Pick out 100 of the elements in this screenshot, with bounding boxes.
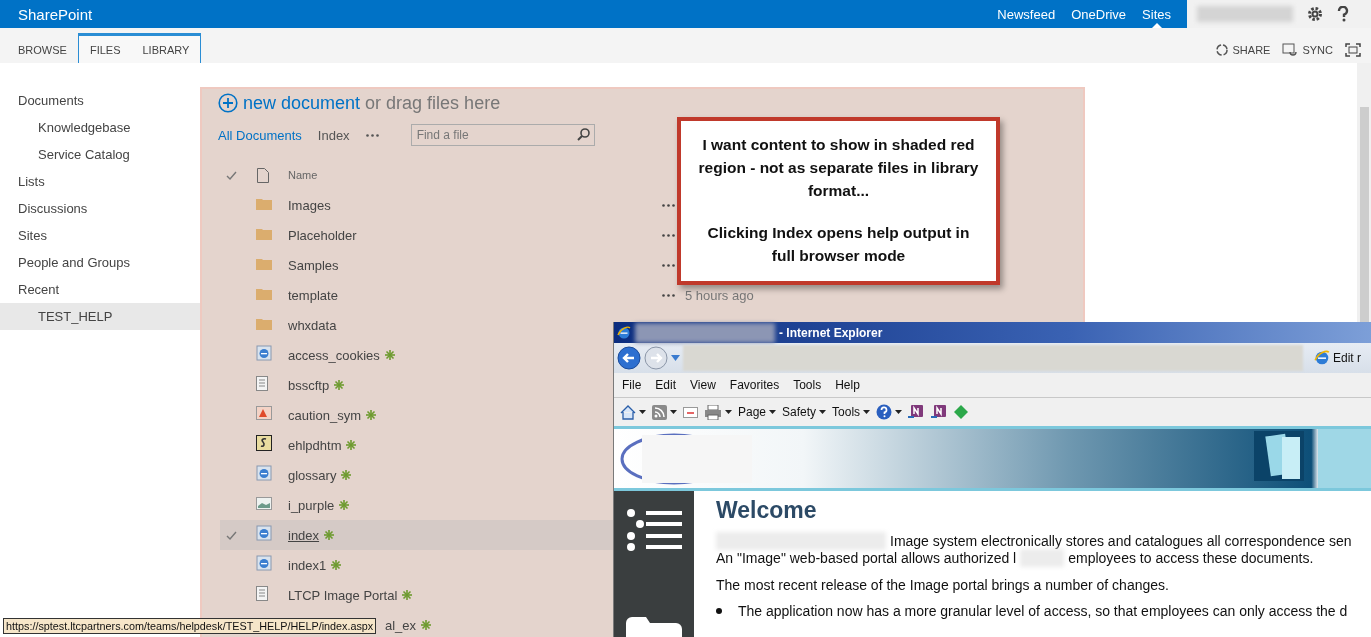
- ribbon-action[interactable]: SYNC: [1282, 42, 1333, 57]
- command-menu[interactable]: Tools: [832, 405, 871, 419]
- window-title: - Internet Explorer: [779, 325, 883, 340]
- top-nav-link[interactable]: Sites: [1142, 0, 1171, 28]
- caret-icon: [769, 410, 777, 414]
- file-name[interactable]: Placeholder: [288, 227, 357, 243]
- file-name[interactable]: bsscftp: [288, 377, 330, 393]
- file-name[interactable]: index: [288, 527, 320, 543]
- caret-icon: [895, 410, 903, 414]
- browser-icon: [617, 325, 631, 340]
- nav-item[interactable]: Discussions: [0, 195, 200, 222]
- folder-icon[interactable]: [626, 617, 682, 637]
- feed-icon[interactable]: [652, 404, 667, 420]
- file-name[interactable]: whxdata: [288, 317, 337, 333]
- onenote-icon[interactable]: [908, 404, 926, 420]
- nav-item[interactable]: Recent: [0, 276, 200, 303]
- ribbon-tab[interactable]: FILES: [78, 36, 132, 63]
- more-icon[interactable]: [662, 233, 675, 237]
- scrollbar-thumb[interactable]: [1359, 107, 1369, 322]
- dropdown-icon[interactable]: [671, 355, 680, 361]
- web-page-icon: [256, 525, 272, 541]
- drag-hint: or drag files here: [365, 92, 501, 114]
- onenote-icon[interactable]: [931, 404, 949, 420]
- brand-name: SharePoint: [17, 5, 94, 23]
- new-item-icon: [402, 590, 413, 600]
- menu-item[interactable]: View: [683, 378, 723, 392]
- settings-icon[interactable]: [1307, 6, 1323, 22]
- nav-item[interactable]: People and Groups: [0, 249, 200, 276]
- focus-icon[interactable]: [1345, 42, 1361, 57]
- ribbon-tab[interactable]: BROWSE: [7, 36, 78, 63]
- web-page-icon: [256, 465, 272, 481]
- web-page-icon: [256, 555, 272, 571]
- back-button[interactable]: [617, 346, 641, 370]
- body-text: Image system electronically stores and catalogues all correspondence sen: [890, 532, 1352, 549]
- menu-item[interactable]: File: [615, 378, 649, 392]
- sync-icon: [1282, 42, 1299, 57]
- callout-text: Clicking Index opens help output in full browser mode: [706, 223, 971, 266]
- file-name[interactable]: template: [288, 287, 338, 303]
- more-icon[interactable]: [662, 263, 675, 267]
- file-name[interactable]: access_cookies: [288, 347, 380, 363]
- file-name[interactable]: Samples: [288, 257, 339, 273]
- address-field[interactable]: [683, 345, 1303, 371]
- document-type-icon: [257, 167, 269, 183]
- ribbon-tab[interactable]: LIBRARY: [131, 36, 201, 63]
- more-icon[interactable]: [662, 293, 675, 297]
- file-name[interactable]: LTCP Image Portal: [288, 587, 398, 603]
- add-icon[interactable]: [218, 93, 238, 113]
- help-icon[interactable]: [876, 404, 893, 420]
- new-item-icon: [421, 620, 432, 630]
- search-icon[interactable]: [576, 128, 590, 141]
- command-menu[interactable]: Page: [738, 405, 777, 419]
- ribbon-action[interactable]: SHARE: [1214, 42, 1271, 57]
- view-link[interactable]: Index: [317, 127, 350, 143]
- menu-item[interactable]: Tools: [786, 378, 829, 392]
- home-icon[interactable]: [620, 404, 636, 420]
- more-icon[interactable]: [365, 133, 379, 137]
- nav-item[interactable]: TEST_HELP: [0, 303, 200, 330]
- new-item-icon: [331, 560, 342, 570]
- file-name[interactable]: Images: [288, 197, 331, 213]
- nav-item[interactable]: Documents: [0, 87, 200, 114]
- file-name[interactable]: caution_sym: [288, 407, 361, 423]
- new-document-link[interactable]: new document: [243, 92, 361, 114]
- search-field[interactable]: Find a file: [410, 124, 595, 146]
- menu-item[interactable]: Edit: [648, 378, 684, 392]
- link-tooltip: https://sptest.ltcpartners.com/teams/helpdesk/TEST_HELP/HELP/index.aspx: [3, 618, 377, 634]
- new-item-icon: [339, 500, 350, 510]
- page-heading: Welcome: [716, 497, 818, 524]
- list-icon[interactable]: [626, 509, 682, 551]
- row-checkmark[interactable]: [226, 530, 237, 540]
- view-link[interactable]: All Documents: [218, 127, 302, 143]
- select-all-checkmark[interactable]: [226, 170, 237, 180]
- caret-icon: [639, 410, 646, 414]
- help-icon[interactable]: [1337, 6, 1349, 22]
- mail-icon[interactable]: [683, 406, 698, 418]
- file-name[interactable]: glossary: [288, 467, 337, 483]
- top-nav-link[interactable]: Newsfeed: [997, 0, 1056, 28]
- nav-item[interactable]: Service Catalog: [0, 141, 200, 168]
- browser-tab[interactable]: Edit r: [1314, 350, 1361, 366]
- new-item-icon: [334, 380, 345, 390]
- image-file-icon: [256, 406, 272, 420]
- new-item-icon: [324, 530, 335, 540]
- file-name[interactable]: al_ex: [385, 617, 417, 633]
- callout-text: I want content to show in shaded red region - not as separate files in library format...: [697, 135, 980, 201]
- nav-item[interactable]: Lists: [0, 168, 200, 195]
- command-menu[interactable]: Safety: [782, 405, 827, 419]
- modified-time: 5 hours ago: [685, 287, 755, 303]
- top-nav-link[interactable]: OneDrive: [1071, 0, 1127, 28]
- file-name[interactable]: index1: [288, 557, 327, 573]
- bullet-dot: [716, 608, 722, 614]
- folder-icon: [256, 257, 272, 270]
- web-page-icon: [256, 345, 272, 361]
- nav-item[interactable]: Knowledgebase: [0, 114, 200, 141]
- file-name[interactable]: i_purple: [288, 497, 335, 513]
- print-icon[interactable]: [704, 404, 722, 420]
- nav-item[interactable]: Sites: [0, 222, 200, 249]
- menu-item[interactable]: Help: [828, 378, 867, 392]
- addon-icon[interactable]: [954, 405, 969, 419]
- file-name[interactable]: ehlpdhtm: [288, 437, 342, 453]
- more-icon[interactable]: [662, 203, 675, 207]
- menu-item[interactable]: Favorites: [722, 378, 787, 392]
